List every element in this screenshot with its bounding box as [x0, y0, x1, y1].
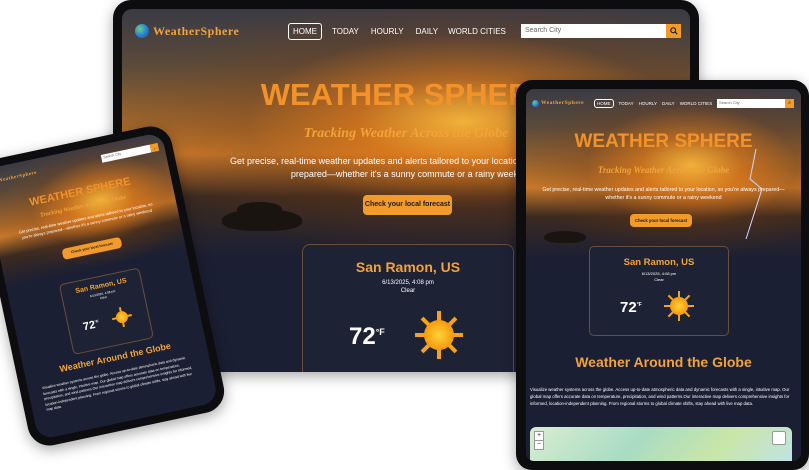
temperature: 72°F — [82, 318, 100, 333]
nav-hourly[interactable]: HOURLY — [639, 101, 657, 106]
temp-unit: °F — [375, 327, 385, 337]
city-name: San Ramon, US — [623, 257, 695, 268]
tablet-screen: WeatherSphere HOME TODAY HOURLY DAILY WO… — [526, 89, 801, 461]
brand-logo[interactable]: WeatherSphere — [135, 24, 265, 39]
main-nav: HOME TODAY HOURLY DAILY WORLD CITIES — [594, 98, 713, 108]
nav-today[interactable]: TODAY — [332, 27, 359, 36]
tablet-device: WeatherSphere HOME TODAY HOURLY DAILY WO… — [516, 80, 809, 470]
island-image — [544, 231, 586, 243]
desktop-navbar: WeatherSphere HOME TODAY HOURLY DAILY WO… — [135, 20, 681, 42]
nav-today[interactable]: TODAY — [619, 101, 634, 106]
world-section-text: Visualize weather systems across the glo… — [530, 387, 790, 406]
temp-unit: °F — [636, 302, 642, 308]
nav-daily[interactable]: DAILY — [662, 101, 675, 106]
nav-home[interactable]: HOME — [288, 22, 322, 40]
search-bar: Search City — [521, 24, 681, 38]
world-map[interactable]: + − — [530, 427, 792, 461]
search-bar: Search City ⌕ — [717, 98, 794, 108]
temperature: 72°F — [349, 323, 385, 351]
hero-tagline: Tracking Weather Across the Globe — [597, 165, 730, 175]
nav-daily[interactable]: DAILY — [416, 27, 439, 36]
sun-icon — [110, 305, 134, 329]
hero-description: Get precise, real-time weather updates a… — [542, 187, 785, 201]
search-icon — [669, 27, 678, 35]
nav-home[interactable]: HOME — [594, 98, 614, 108]
weather-card: San Ramon, US 6/13/2025, 4:08 pm Clear 7… — [302, 244, 514, 372]
forecast-button[interactable]: Check your local forecast — [363, 195, 452, 215]
sun-icon — [664, 291, 694, 321]
layers-icon[interactable] — [772, 431, 786, 445]
tablet-navbar: WeatherSphere HOME TODAY HOURLY DAILY WO… — [532, 97, 794, 109]
world-section-title: Weather Around the Globe — [575, 354, 752, 370]
nav-hourly[interactable]: HOURLY — [371, 27, 404, 36]
weather-card: San Ramon, US 6/13/2025, 4:08 pm Clear 7… — [58, 267, 154, 355]
temperature: 72°F — [620, 299, 642, 316]
search-button[interactable]: ⌕ — [149, 142, 160, 153]
search-button[interactable] — [666, 24, 681, 38]
temp-value: 72 — [349, 323, 376, 350]
weather-card: San Ramon, US 6/13/2025, 4:08 pm Clear 7… — [589, 246, 729, 336]
search-input[interactable]: Search City — [717, 98, 785, 108]
condition: Clear — [654, 277, 664, 282]
globe-icon — [532, 99, 539, 107]
main-nav: HOME TODAY HOURLY DAILY WORLD CITIES — [288, 22, 506, 40]
sun-icon — [415, 311, 463, 359]
search-input[interactable]: Search City — [521, 24, 666, 38]
nav-world-cities[interactable]: WORLD CITIES — [680, 101, 713, 106]
city-name: San Ramon, US — [355, 259, 461, 275]
brand-name: WeatherSphere — [541, 100, 585, 106]
condition: Clear — [400, 288, 416, 294]
temp-value: 72 — [620, 299, 637, 316]
date-time: 6/13/2025, 4:08 pm — [641, 271, 677, 276]
brand-name: WeatherSphere — [153, 23, 240, 38]
zoom-out-button[interactable]: − — [534, 440, 544, 450]
date-time: 6/13/2025, 4:08 pm — [382, 280, 434, 286]
hero-title: WEATHER SPHERE — [574, 131, 753, 152]
forecast-button[interactable]: Check your local forecast — [630, 214, 692, 227]
nav-world-cities[interactable]: WORLD CITIES — [448, 27, 506, 36]
globe-icon — [135, 24, 149, 38]
brand-logo[interactable]: WeatherSphere — [532, 99, 594, 107]
temp-unit: °F — [94, 318, 100, 325]
search-button[interactable]: ⌕ — [785, 98, 794, 108]
island-image — [237, 202, 282, 216]
